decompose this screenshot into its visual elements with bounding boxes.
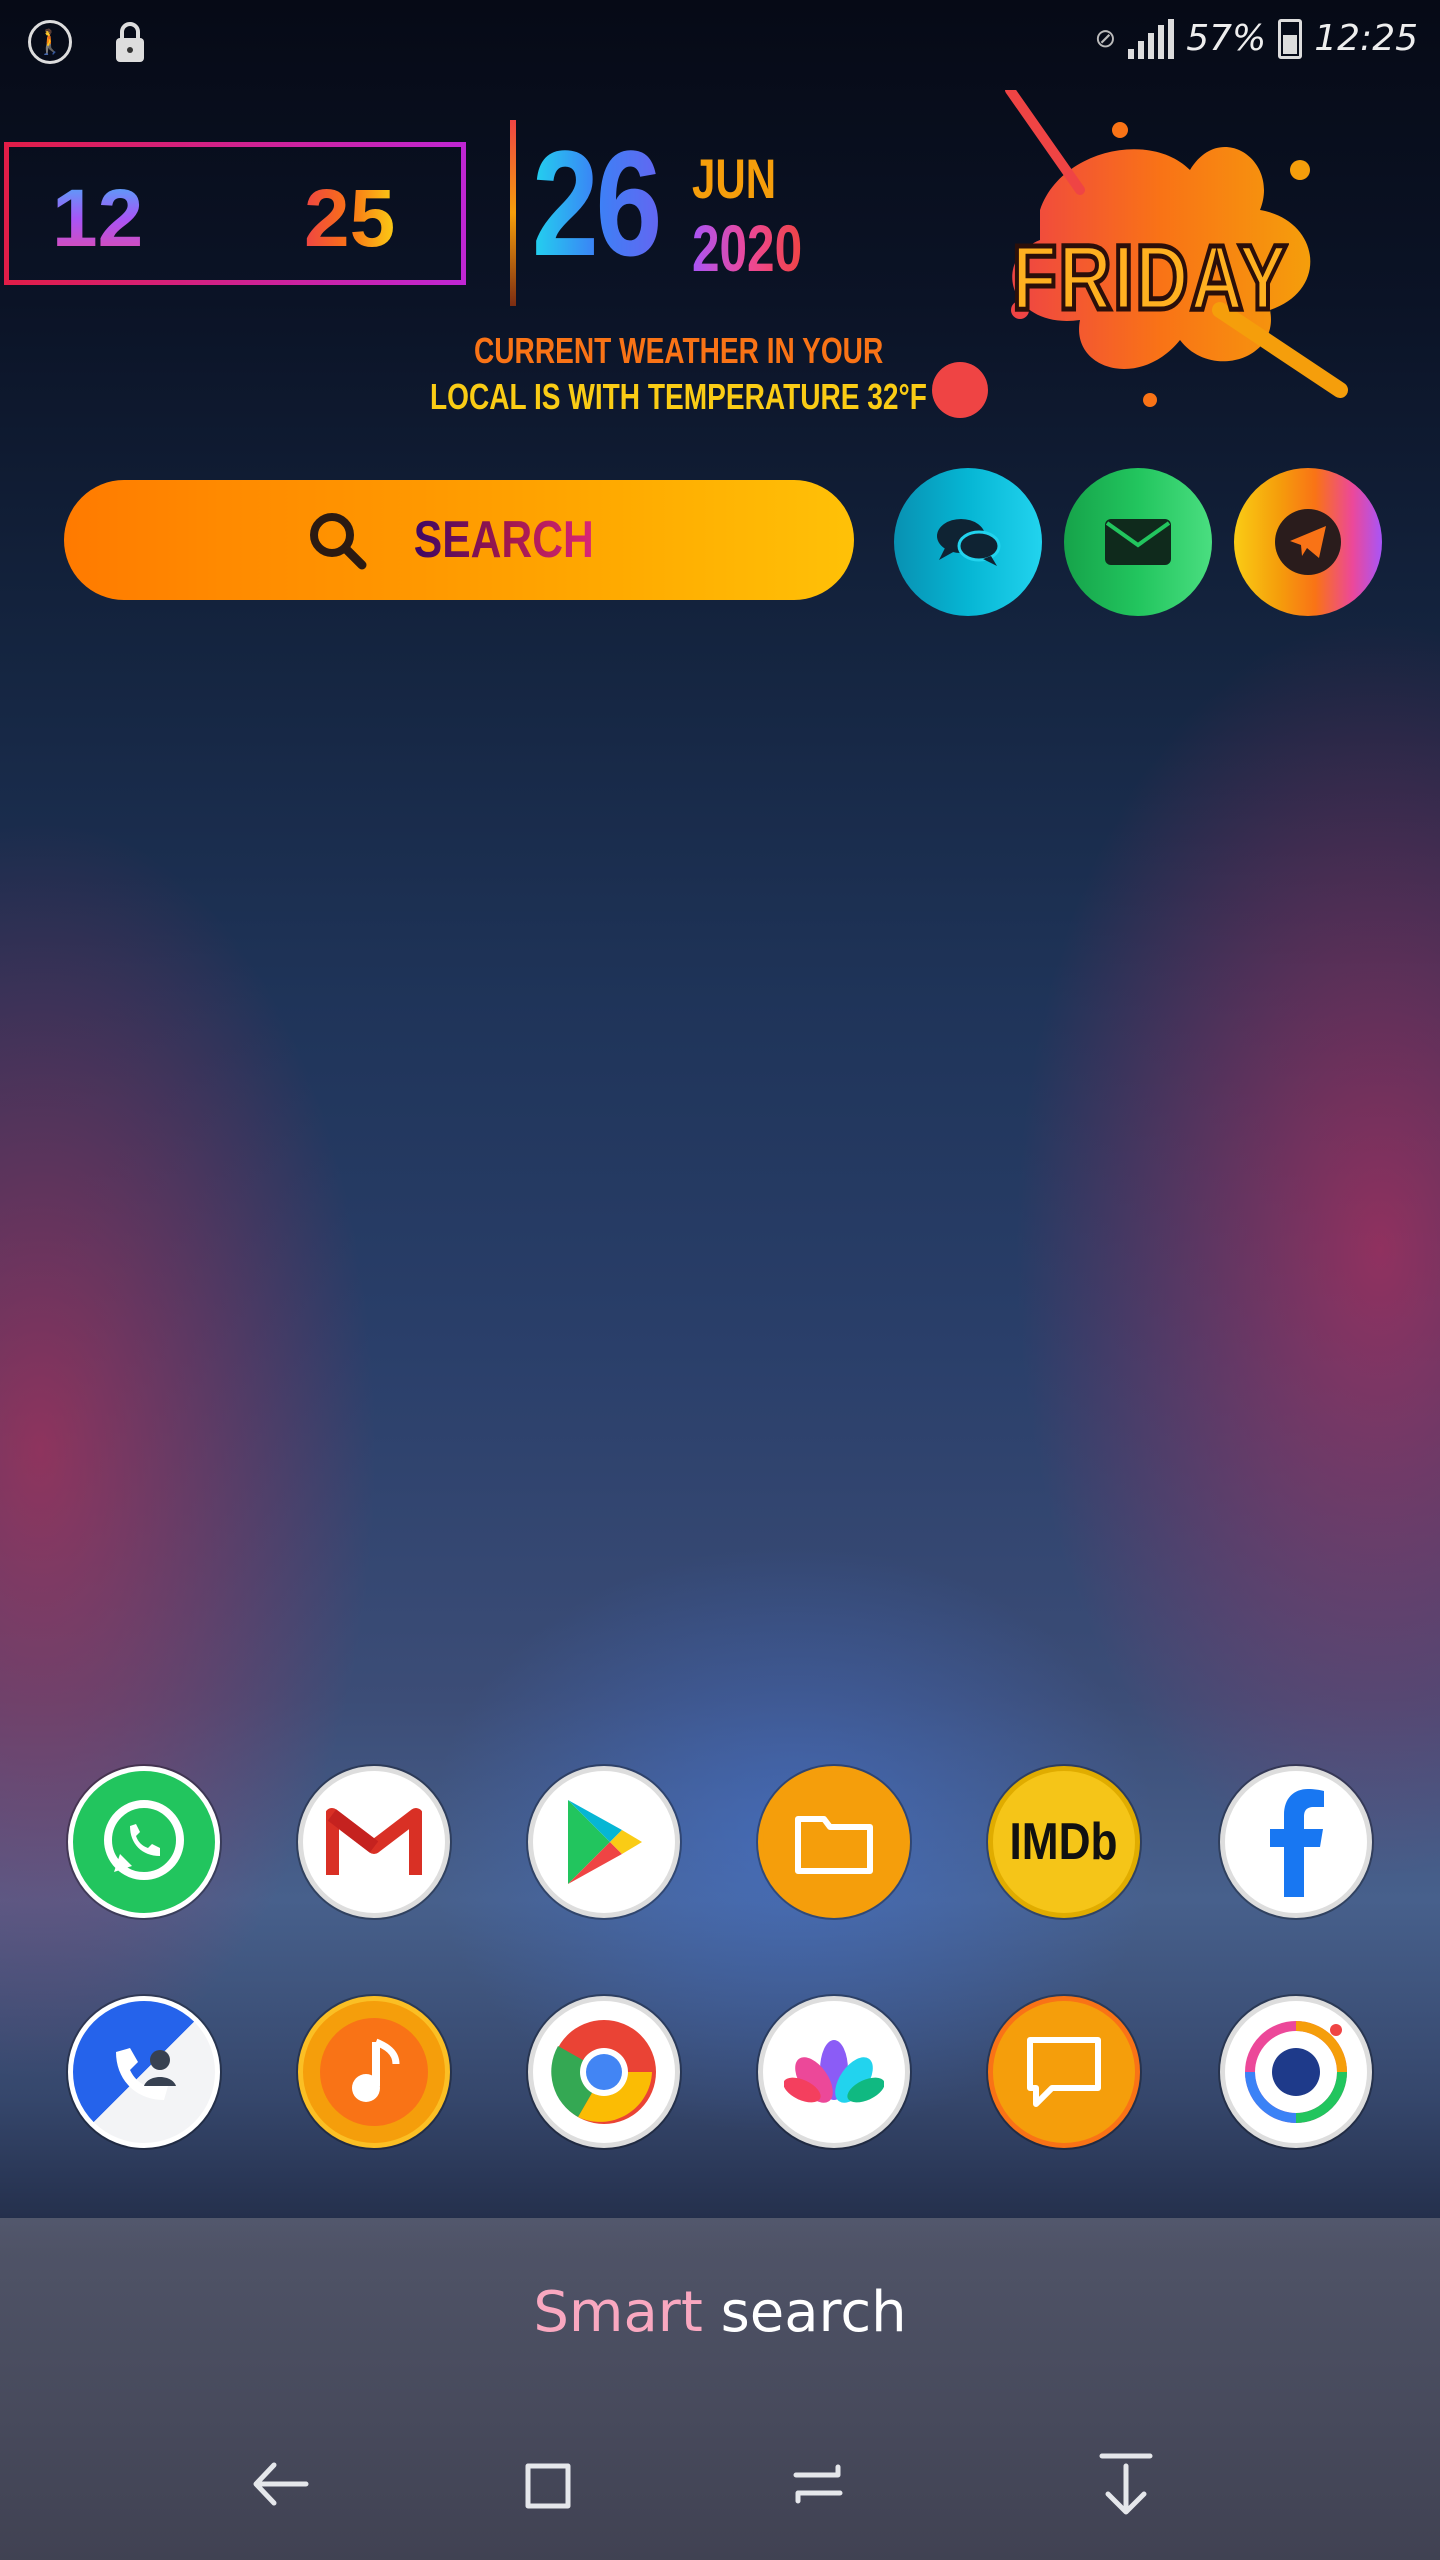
chrome-app[interactable] (528, 1996, 680, 2148)
gallery-app[interactable] (758, 1996, 910, 2148)
whatsapp-app[interactable] (68, 1766, 220, 1918)
date-month: JUN (692, 147, 777, 210)
weather-line-1: CURRENT WEATHER IN YOUR (474, 330, 884, 371)
search-word: search (720, 2280, 907, 2345)
lock-icon (108, 20, 152, 64)
telegram-button[interactable] (1234, 468, 1382, 616)
mail-icon (1105, 519, 1171, 565)
phone-icon (116, 2048, 176, 2100)
accessibility-icon: 🚶 (28, 20, 72, 64)
search-bar[interactable]: SEARCH (64, 480, 854, 600)
back-icon (253, 2462, 309, 2506)
gmail-app[interactable] (298, 1766, 450, 1918)
facebook-icon (1270, 1789, 1324, 1897)
clock-minutes[interactable]: 25 (304, 172, 395, 266)
facebook-app[interactable] (1220, 1766, 1372, 1918)
dock-panel (0, 2218, 1440, 2560)
chat-icon (937, 519, 1001, 566)
phone-app[interactable] (68, 1996, 220, 2148)
date-year: 2020 (692, 211, 803, 285)
smart-word: Smart (533, 2280, 703, 2345)
music-icon (320, 2018, 428, 2126)
message-icon (1027, 2037, 1101, 2107)
chat-button[interactable] (894, 468, 1042, 616)
date-divider (510, 120, 516, 306)
weekday-label: FRIDAY (1010, 225, 1289, 332)
signal-icon (1128, 18, 1175, 59)
flower-icon (784, 2040, 884, 2103)
camera-app[interactable] (1220, 1996, 1372, 2148)
imdb-label: IMDb (1009, 1813, 1119, 1871)
messages-app[interactable] (988, 1996, 1140, 2148)
mail-button[interactable] (1064, 468, 1212, 616)
search-label: SEARCH (413, 511, 595, 569)
files-app[interactable] (758, 1766, 910, 1918)
imdb-app[interactable]: IMDb (988, 1766, 1140, 1918)
gmail-icon (326, 1808, 422, 1875)
status-right: ⊘ 57% 12:25 (1094, 18, 1418, 59)
battery-icon (1278, 18, 1303, 59)
camera-icon (1245, 2021, 1347, 2123)
smart-search-button[interactable]: Smart search (0, 2280, 1440, 2345)
search-icon (310, 513, 367, 570)
recents-button[interactable] (510, 2444, 590, 2524)
status-bar: 🚶 ⊘ 57% 12:25 (0, 0, 1440, 84)
clock-hours[interactable]: 12 (52, 172, 143, 266)
whatsapp-icon (104, 1800, 184, 1880)
weather-line-2: LOCAL IS WITH TEMPERATURE 32°F (430, 376, 927, 417)
recents-icon (525, 2463, 571, 2509)
telegram-icon (1275, 509, 1341, 575)
back-button[interactable] (240, 2444, 320, 2524)
switch-button[interactable] (778, 2444, 858, 2524)
play-store-app[interactable] (528, 1766, 680, 1918)
play-store-icon (568, 1800, 642, 1884)
folder-icon (795, 1816, 873, 1874)
hide-nav-button[interactable] (1086, 2444, 1166, 2524)
hide-icon (1099, 2453, 1153, 2515)
switch-icon (793, 2464, 843, 2504)
no-sim-icon: ⊘ (1094, 23, 1117, 54)
music-app[interactable] (298, 1996, 450, 2148)
chrome-icon (551, 2020, 656, 2124)
battery-percent: 57% (1186, 18, 1267, 59)
date-day[interactable]: 26 (532, 128, 662, 278)
status-time: 12:25 (1314, 18, 1418, 59)
